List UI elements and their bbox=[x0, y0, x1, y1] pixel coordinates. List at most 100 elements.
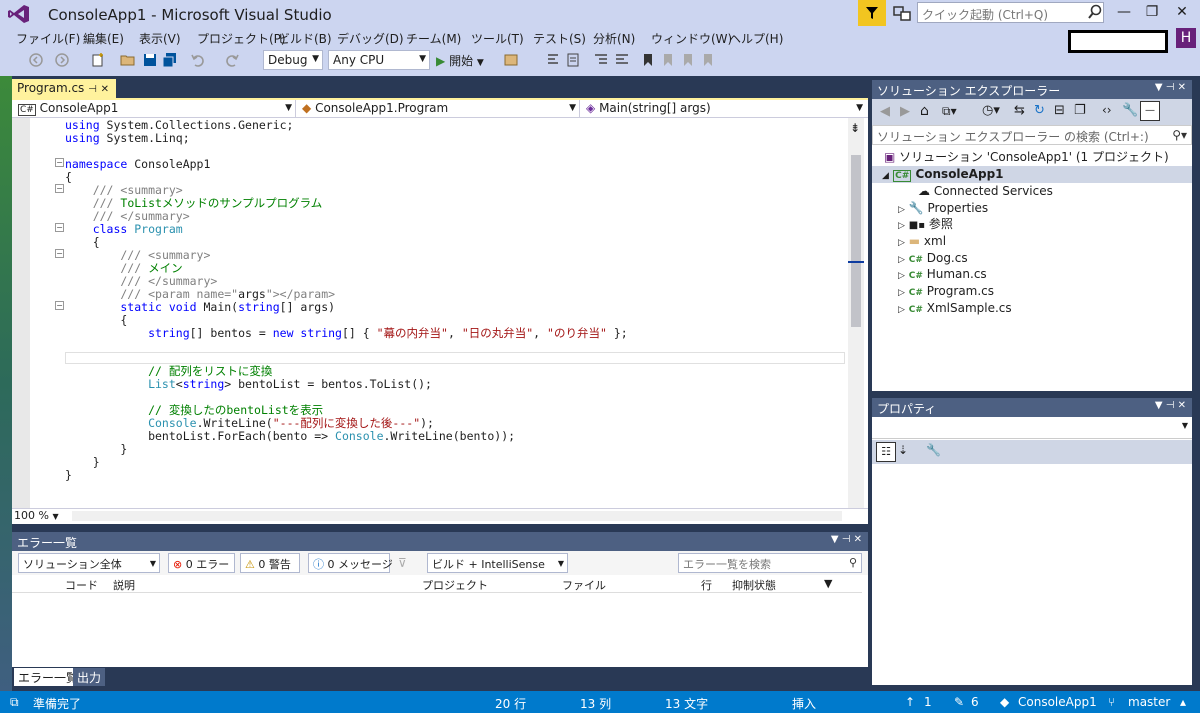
column-header-code[interactable]: コード bbox=[65, 577, 98, 593]
code-line[interactable]: List<string> bentoList = bentos.ToList()… bbox=[65, 378, 432, 391]
filter-icon[interactable]: ⊽ bbox=[398, 556, 407, 570]
outdent-icon[interactable] bbox=[614, 52, 630, 68]
save-all-icon[interactable] bbox=[162, 52, 178, 68]
collapse-icon[interactable]: − bbox=[55, 223, 64, 232]
branch-icon[interactable]: ⑂ bbox=[1108, 695, 1115, 709]
collapse-icon[interactable]: − bbox=[55, 301, 64, 310]
home-icon[interactable]: ⌂ bbox=[920, 103, 929, 119]
expand-arrow-icon[interactable]: ▷ bbox=[898, 205, 905, 215]
code-line[interactable]: namespace ConsoleApp1 bbox=[65, 158, 210, 171]
zoom-select[interactable]: 100 % ▼ bbox=[14, 509, 68, 523]
column-header-description[interactable]: 説明 bbox=[113, 577, 135, 593]
code-line[interactable]: } bbox=[65, 469, 72, 482]
panel-window-controls[interactable]: ▼ ⊣ ✕ bbox=[1155, 82, 1186, 93]
column-header-suppression[interactable]: 抑制状態 bbox=[732, 577, 776, 593]
tree-item-dog-cs[interactable]: ▷ C# Dog.cs bbox=[898, 250, 968, 266]
menu-team[interactable]: チーム(M) bbox=[406, 30, 461, 47]
code-line[interactable]: bentoList.ForEach(bento => Console.Write… bbox=[65, 430, 515, 443]
search-icon[interactable] bbox=[1086, 3, 1104, 21]
class-nav-select[interactable]: ◆ ConsoleApp1.Program ▼ bbox=[298, 100, 580, 118]
forward-icon[interactable] bbox=[54, 52, 70, 68]
start-debugging-button[interactable]: ▶ 開始 ▼ bbox=[436, 52, 484, 69]
expand-arrow-icon[interactable]: ▷ bbox=[898, 255, 905, 265]
collapse-icon[interactable]: − bbox=[55, 249, 64, 258]
next-bookmark-icon[interactable] bbox=[680, 52, 696, 68]
sync-icon[interactable]: ⇆ bbox=[1014, 103, 1025, 118]
expand-arrow-icon[interactable]: ▷ bbox=[898, 221, 905, 231]
undo-icon[interactable] bbox=[190, 52, 206, 68]
messages-filter-button[interactable]: ⓘ 0 メッセージ bbox=[308, 553, 393, 573]
properties-wrench-icon[interactable]: 🔧 bbox=[1122, 103, 1138, 118]
member-nav-select[interactable]: ◈ Main(string[] args) ▼ bbox=[582, 100, 866, 118]
alphabetical-icon[interactable]: ⇣ bbox=[898, 443, 908, 457]
warnings-filter-button[interactable]: ⚠ 0 警告 bbox=[240, 553, 300, 573]
preview-selected-icon[interactable]: — bbox=[1140, 101, 1160, 121]
expand-arrow-icon[interactable]: ▷ bbox=[898, 305, 905, 315]
split-icon[interactable]: ⇟ bbox=[850, 121, 860, 135]
tree-item-xmlsample-cs[interactable]: ▷ C# XmlSample.cs bbox=[898, 300, 1012, 316]
scroll-thumb[interactable] bbox=[851, 155, 861, 327]
refresh-icon[interactable]: ↻ bbox=[1034, 103, 1045, 118]
status-edit-count[interactable]: 6 bbox=[971, 695, 979, 709]
bookmark-icon[interactable] bbox=[640, 52, 656, 68]
save-icon[interactable] bbox=[142, 52, 158, 68]
menu-project[interactable]: プロジェクト(P) bbox=[197, 30, 286, 47]
back-icon[interactable]: ◀ bbox=[880, 104, 890, 119]
categorized-icon[interactable]: ☷ bbox=[876, 442, 896, 462]
expand-arrow-icon[interactable]: ▷ bbox=[898, 238, 905, 248]
minimize-button[interactable]: — bbox=[1112, 4, 1136, 22]
new-project-icon[interactable] bbox=[90, 52, 106, 68]
pending-changes-icon[interactable]: ◷▾ bbox=[982, 103, 1000, 118]
tree-solution[interactable]: ▣ ソリューション 'ConsoleApp1' (1 プロジェクト) bbox=[884, 149, 1169, 165]
switch-view-icon[interactable]: ⧉▾ bbox=[942, 104, 957, 119]
quick-launch-input[interactable]: クイック起動 (Ctrl+Q) bbox=[917, 2, 1104, 23]
back-icon[interactable] bbox=[28, 52, 44, 68]
indent-icon[interactable] bbox=[593, 52, 609, 68]
tree-item-program-cs[interactable]: ▷ C# Program.cs bbox=[898, 283, 994, 299]
close-icon[interactable]: ✕ bbox=[101, 84, 109, 95]
solution-configuration-select[interactable]: Debug ▼ bbox=[263, 50, 323, 70]
status-repo[interactable]: ConsoleApp1 bbox=[1018, 695, 1097, 709]
account-name-box[interactable] bbox=[1068, 30, 1168, 53]
tab-program-cs[interactable]: Program.cs ⊣ ✕ bbox=[12, 79, 116, 99]
show-all-files-icon[interactable]: ❐ bbox=[1074, 103, 1086, 118]
panel-window-controls[interactable]: ▼ ⊣ ✕ bbox=[1155, 400, 1186, 411]
menu-file[interactable]: ファイル(F) bbox=[16, 30, 80, 47]
tree-item-xml-folder[interactable]: ▷ ▬ xml bbox=[898, 233, 946, 249]
clear-bookmarks-icon[interactable] bbox=[700, 52, 716, 68]
menu-build[interactable]: ビルド(B) bbox=[278, 30, 332, 47]
push-icon[interactable]: ↑ bbox=[905, 695, 915, 709]
repo-icon[interactable]: ◆ bbox=[1000, 695, 1009, 709]
feedback-filter-icon[interactable] bbox=[858, 0, 886, 26]
menu-analyze[interactable]: 分析(N) bbox=[593, 30, 635, 47]
menu-debug[interactable]: デバッグ(D) bbox=[337, 30, 404, 47]
step-into-icon[interactable] bbox=[545, 52, 561, 68]
view-code-icon[interactable]: ‹› bbox=[1102, 103, 1112, 117]
tree-item-properties[interactable]: ▷ 🔧 Properties bbox=[898, 200, 988, 216]
collapse-all-icon[interactable]: ⊟ bbox=[1054, 103, 1065, 118]
tree-item-human-cs[interactable]: ▷ C# Human.cs bbox=[898, 266, 987, 282]
properties-object-select[interactable]: ▼ bbox=[872, 417, 1192, 439]
avatar[interactable]: H bbox=[1176, 28, 1196, 48]
collapse-icon[interactable]: − bbox=[55, 184, 64, 193]
menu-tools[interactable]: ツール(T) bbox=[471, 30, 524, 47]
column-header-line[interactable]: 行 bbox=[701, 577, 712, 593]
chevron-up-icon[interactable]: ▴ bbox=[1180, 695, 1186, 709]
errors-filter-button[interactable]: ⊗ 0 エラー bbox=[168, 553, 235, 573]
pin-icon[interactable]: ⊣ bbox=[88, 84, 97, 95]
prev-bookmark-icon[interactable] bbox=[660, 52, 676, 68]
redo-icon[interactable] bbox=[224, 52, 240, 68]
expand-arrow-icon[interactable]: ▷ bbox=[898, 271, 905, 281]
collapse-icon[interactable]: − bbox=[55, 158, 64, 167]
tab-output[interactable]: 出力 bbox=[73, 668, 106, 686]
column-filter-icon[interactable]: ▼ bbox=[824, 577, 832, 590]
error-scope-select[interactable]: ソリューション全体 ▼ bbox=[18, 553, 160, 573]
menu-window[interactable]: ウィンドウ(W) bbox=[651, 30, 732, 47]
close-button[interactable]: ✕ bbox=[1170, 4, 1194, 22]
tree-item-references[interactable]: ▷ ■▪ 参照 bbox=[898, 216, 953, 232]
editor-horizontal-scrollbar[interactable] bbox=[72, 511, 842, 521]
build-filter-select[interactable]: ビルド + IntelliSense ▼ bbox=[427, 553, 568, 573]
menu-test[interactable]: テスト(S) bbox=[533, 30, 586, 47]
panel-window-controls[interactable]: ▼ ⊣ ✕ bbox=[831, 534, 862, 545]
project-nav-select[interactable]: C# ConsoleApp1 ▼ bbox=[14, 100, 296, 118]
